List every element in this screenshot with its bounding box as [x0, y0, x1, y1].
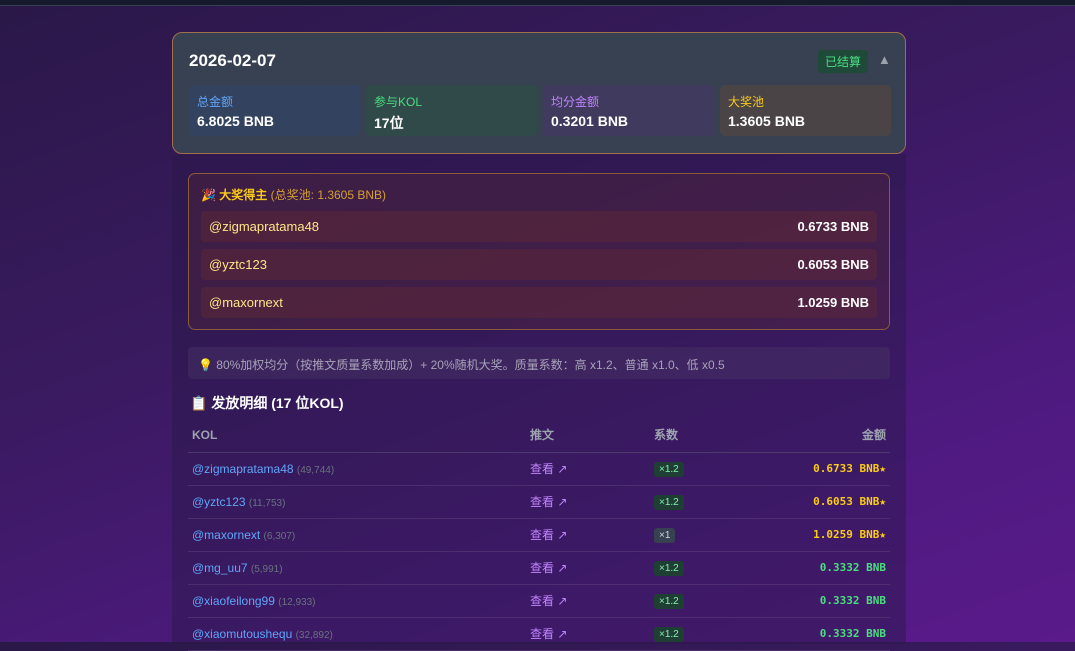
col-coef: 系数 [650, 418, 727, 453]
kol-link[interactable]: @xiaomutoushequ [192, 627, 292, 641]
jackpot-subtitle: (总奖池: 1.3605 BNB) [270, 188, 387, 202]
table-row: @yztc123 (11,753) 查看 ↗ ×1.2 0.6053 BNB★ [188, 485, 890, 519]
table-row: @maxornext (6,307) 查看 ↗ ×1 1.0259 BNB★ [188, 518, 890, 552]
collapse-chevron-icon[interactable]: ▲ [878, 52, 891, 67]
jackpot-box: 🎉 大奖得主 (总奖池: 1.3605 BNB) @zigmapratama48… [188, 173, 890, 330]
amount: 0.3332 BNB [819, 561, 886, 574]
table-row: @mg_uu7 (5,991) 查看 ↗ ×1.2 0.3332 BNB [188, 551, 890, 585]
rules-note: 💡 80%加权均分（按推文质量系数加成）+ 20%随机大奖。质量系数：高 x1.… [188, 347, 890, 379]
amount: 0.6053 BNB [813, 495, 880, 508]
round-summary-card[interactable]: 2026-02-07 已结算 ▲ 总金额 6.8025 BNB 参与KOL 17位 均分… [172, 32, 906, 154]
kol-link[interactable]: @yztc123 [192, 495, 246, 509]
amount: 1.0259 BNB [813, 528, 880, 541]
follower-count: (11,753) [248, 497, 286, 509]
section-title: 📋 发放明细 (17 位KOL) [190, 395, 344, 411]
col-tweet: 推文 [526, 418, 650, 453]
amount: 0.3332 BNB [819, 627, 886, 640]
coef-badge: ×1 [654, 527, 676, 543]
stat-value: 1.3605 BNB [728, 113, 806, 129]
stat-value: 17位 [374, 115, 404, 131]
follower-count: (12,933) [278, 596, 316, 608]
kol-link[interactable]: @zigmapratama48 [192, 462, 294, 476]
stat-label: 均分金额 [551, 95, 600, 109]
winner-amount: 0.6053 BNB [797, 257, 869, 272]
winner-amount: 1.0259 BNB [797, 295, 869, 310]
follower-count: (5,991) [250, 563, 283, 575]
follower-count: (32,892) [295, 629, 333, 641]
winner-row: @yztc123 0.6053 BNB [201, 249, 877, 280]
view-tweet-link[interactable]: 查看 ↗ [530, 561, 567, 575]
winner-row: @zigmapratama48 0.6733 BNB [201, 211, 877, 242]
follower-count: (6,307) [263, 530, 296, 542]
stat-label: 总金额 [197, 95, 234, 109]
coef-badge: ×1.2 [654, 494, 684, 510]
jackpot-title: 🎉 大奖得主 (总奖池: 1.3605 BNB) [201, 186, 386, 203]
stat-card: 均分金额 0.3201 BNB [543, 85, 714, 136]
table-row: @xiaofeilong99 (12,933) 查看 ↗ ×1.2 0.3332 BN… [188, 584, 890, 618]
party-icon: 🎉 [201, 188, 216, 202]
stat-value: 6.8025 BNB [197, 113, 275, 129]
coef-badge: ×1.2 [654, 626, 684, 642]
stat-card: 参与KOL 17位 [366, 85, 537, 136]
payout-table: KOL 推文 系数 金额 @zigmapratama48 (49,744) 查看 … [188, 418, 890, 651]
coef-badge: ×1.2 [654, 461, 684, 477]
kol-link[interactable]: @mg_uu7 [192, 561, 248, 575]
stat-label: 大奖池 [728, 95, 765, 109]
winner-name: @yztc123 [209, 257, 267, 272]
star-icon: ★ [879, 462, 886, 475]
winner-amount: 0.6733 BNB [797, 219, 869, 234]
winner-row: @maxornext 1.0259 BNB [201, 287, 877, 318]
col-amount: 金额 [726, 418, 890, 453]
stat-card: 总金额 6.8025 BNB [189, 85, 360, 136]
coef-badge: ×1.2 [654, 593, 684, 609]
amount: 0.6733 BNB [813, 462, 880, 475]
round-date: 2026-02-07 [189, 51, 276, 70]
round-details-panel: 🎉 大奖得主 (总奖池: 1.3605 BNB) @zigmapratama48… [172, 154, 906, 651]
view-tweet-link[interactable]: 查看 ↗ [530, 495, 567, 509]
stats-row: 总金额 6.8025 BNB 参与KOL 17位 均分金额 0.3201 BNB 大奖池 1.… [189, 85, 891, 136]
star-icon: ★ [879, 528, 886, 541]
winner-name: @zigmapratama48 [209, 219, 320, 234]
status-badge: 已结算 [818, 50, 869, 73]
winner-name: @maxornext [209, 295, 283, 310]
view-tweet-link[interactable]: 查看 ↗ [530, 627, 567, 641]
star-icon: ★ [879, 495, 886, 508]
coef-badge: ×1.2 [654, 560, 684, 576]
col-kol: KOL [188, 418, 526, 453]
top-bar [0, 0, 1075, 6]
follower-count: (49,744) [296, 464, 335, 476]
jackpot-title-text: 大奖得主 [219, 188, 268, 202]
stat-card: 大奖池 1.3605 BNB [720, 85, 891, 136]
view-tweet-link[interactable]: 查看 ↗ [530, 594, 567, 608]
view-tweet-link[interactable]: 查看 ↗ [530, 462, 567, 476]
view-tweet-link[interactable]: 查看 ↗ [530, 528, 567, 542]
kol-link[interactable]: @xiaofeilong99 [192, 594, 275, 608]
amount: 0.3332 BNB [819, 594, 886, 607]
table-row: @zigmapratama48 (49,744) 查看 ↗ ×1.2 0.6733 B… [188, 452, 890, 486]
kol-link[interactable]: @maxornext [192, 528, 260, 542]
table-row: @xiaomutoushequ (32,892) 查看 ↗ ×1.2 0.3332 B… [188, 617, 890, 651]
stat-value: 0.3201 BNB [551, 113, 629, 129]
stat-label: 参与KOL [374, 95, 423, 109]
